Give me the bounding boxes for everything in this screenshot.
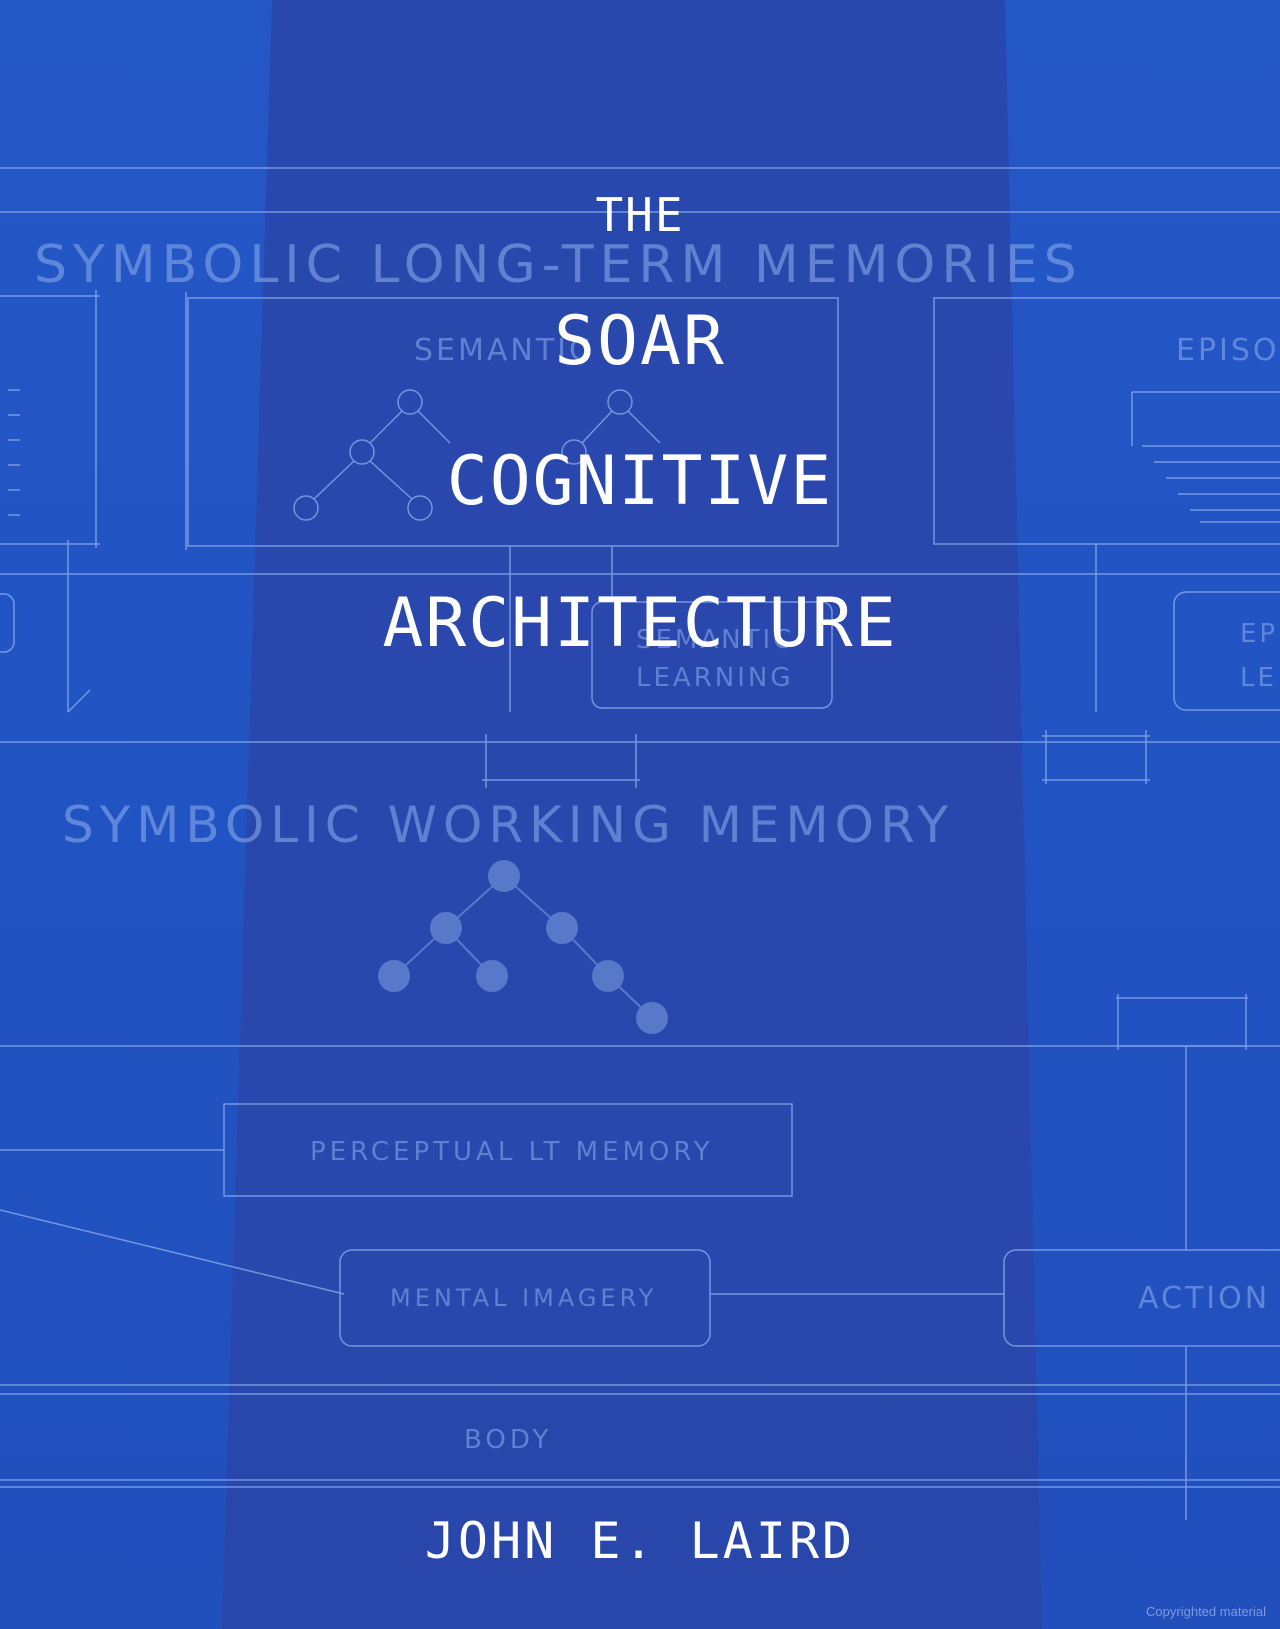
label-mental-imagery: MENTAL IMAGERY bbox=[390, 1284, 657, 1312]
label-semantic-learning-2: LEARNING bbox=[636, 663, 793, 693]
title-line-the: THE bbox=[595, 188, 685, 242]
label-long-term-memories: SYMBOLIC LONG-TERM MEMORIES bbox=[34, 235, 1083, 295]
label-action: ACTION bbox=[1138, 1281, 1270, 1316]
label-perceptual: PERCEPTUAL LT MEMORY bbox=[310, 1137, 714, 1167]
title-line-cognitive: COGNITIVE bbox=[446, 442, 834, 521]
label-working-memory: SYMBOLIC WORKING MEMORY bbox=[62, 796, 954, 854]
label-episodic-learning-2: LE bbox=[1240, 663, 1277, 693]
book-cover: SYMBOLIC LONG-TERM MEMORIES SEMANTIC EPI… bbox=[0, 0, 1280, 1629]
author-name: JOHN E. LAIRD bbox=[424, 1512, 856, 1570]
label-body: BODY bbox=[464, 1425, 552, 1455]
copyright-notice: Copyrighted material bbox=[1146, 1604, 1266, 1619]
title-line-architecture: ARCHITECTURE bbox=[382, 584, 898, 663]
title-line-soar: SOAR bbox=[554, 302, 726, 381]
blueprint-diagram: SYMBOLIC LONG-TERM MEMORIES SEMANTIC EPI… bbox=[0, 167, 1280, 1520]
